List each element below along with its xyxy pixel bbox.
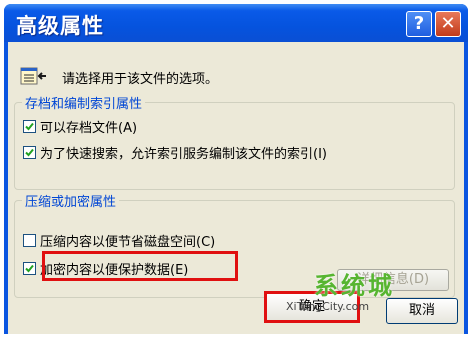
ok-button[interactable]: 确定 xyxy=(264,291,360,323)
advanced-attributes-dialog: 高级属性 ? ✕ 请选择用于该文件的选项。 存档和编制索引属性 可以存档文件(A… xyxy=(4,4,468,334)
archive-checkbox[interactable] xyxy=(23,120,36,133)
compress-checkbox-option[interactable]: 压缩内容以便节省磁盘空间(C) xyxy=(23,231,216,250)
archive-index-group: 存档和编制索引属性 可以存档文件(A) 为了快速搜索，允许索引服务编制该文件的索… xyxy=(14,93,455,190)
compress-group-legend: 压缩或加密属性 xyxy=(22,191,120,210)
checkmark-icon xyxy=(25,122,34,131)
intro-text: 请选择用于该文件的选项。 xyxy=(62,72,219,87)
cancel-button[interactable]: 取消 xyxy=(386,298,458,324)
checkmark-icon xyxy=(25,264,34,273)
details-button[interactable]: 详细信息(D) xyxy=(337,269,449,291)
title-bar[interactable]: 高级属性 ? ✕ xyxy=(4,4,468,42)
compress-encrypt-group: 压缩或加密属性 压缩内容以便节省磁盘空间(C) 加密内容以便保护数据(E) 详细… xyxy=(14,191,455,298)
encrypt-highlight-box xyxy=(42,251,238,281)
close-icon: ✕ xyxy=(440,13,456,34)
compress-label: 压缩内容以便节省磁盘空间(C) xyxy=(40,235,216,250)
window-title: 高级属性 xyxy=(16,14,104,38)
close-button[interactable]: ✕ xyxy=(435,11,461,37)
archive-checkbox-option[interactable]: 可以存档文件(A) xyxy=(23,117,138,136)
compress-checkbox[interactable] xyxy=(23,234,36,247)
archive-group-legend: 存档和编制索引属性 xyxy=(22,93,146,112)
checkmark-icon xyxy=(25,148,34,157)
help-button[interactable]: ? xyxy=(406,11,432,37)
archive-label: 可以存档文件(A) xyxy=(40,121,138,136)
index-label: 为了快速搜索，允许索引服务编制该文件的索引(I) xyxy=(40,147,327,162)
index-checkbox[interactable] xyxy=(23,146,36,159)
encrypt-checkbox[interactable] xyxy=(23,262,36,275)
dialog-body: 请选择用于该文件的选项。 存档和编制索引属性 可以存档文件(A) 为了快速搜索，… xyxy=(8,42,464,334)
index-checkbox-option[interactable]: 为了快速搜索，允许索引服务编制该文件的索引(I) xyxy=(23,143,327,162)
file-arrow-icon xyxy=(20,67,46,85)
help-icon: ? xyxy=(413,13,425,34)
